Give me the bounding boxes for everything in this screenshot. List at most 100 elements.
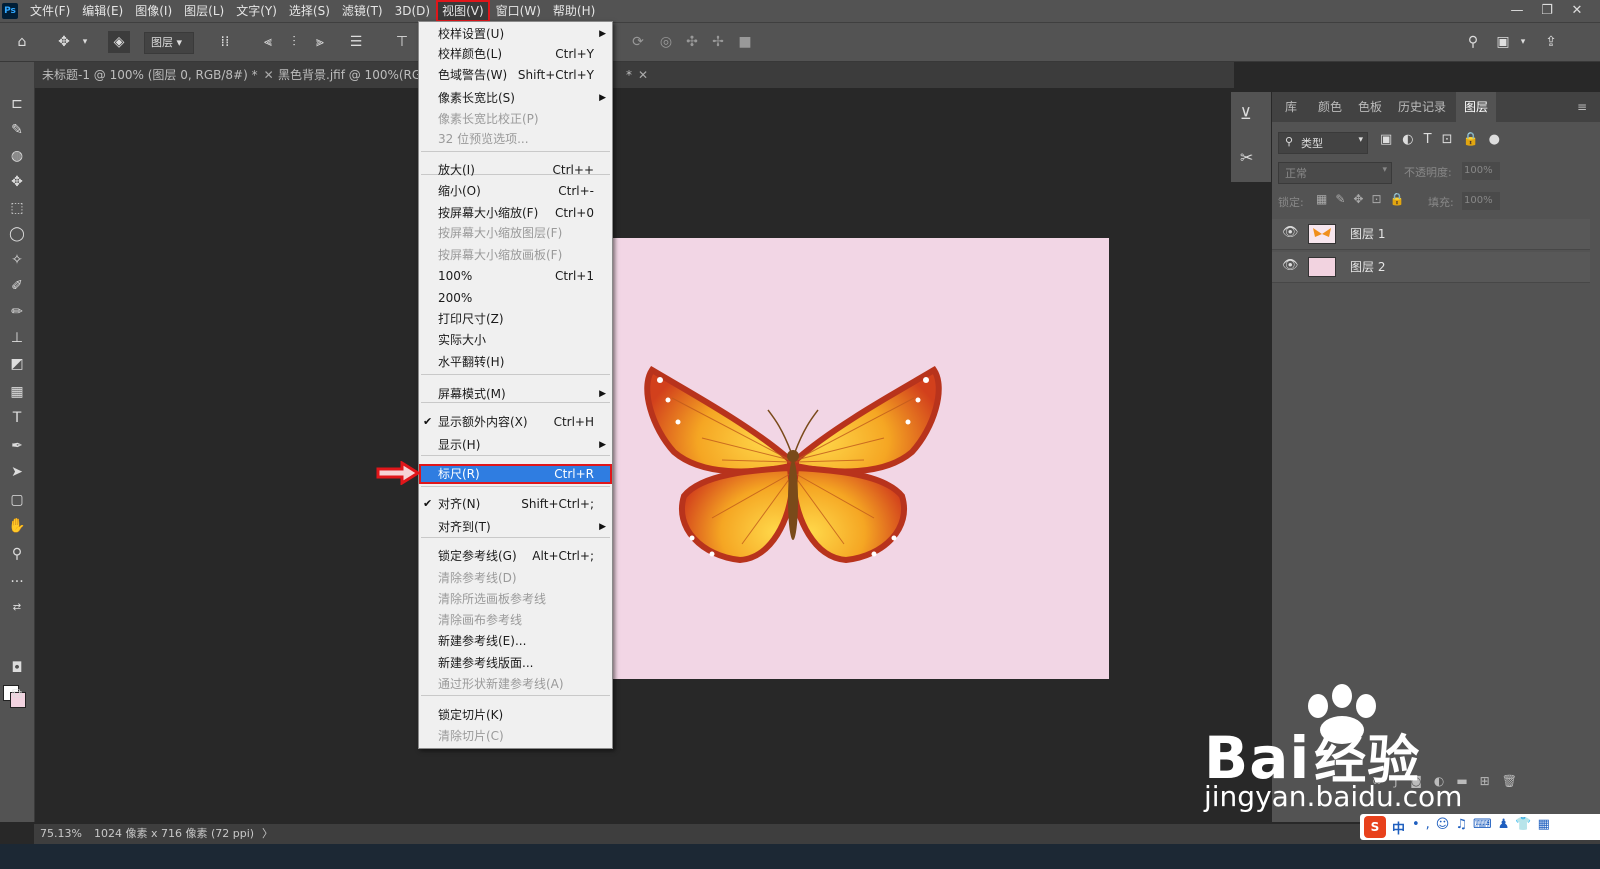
view-menu-item[interactable]: 打印尺寸(Z) <box>419 309 612 329</box>
view-menu-item[interactable]: 按屏幕大小缩放(F) Ctrl+0 <box>419 203 612 223</box>
restore-icon[interactable]: ❐ <box>1532 0 1562 22</box>
view-menu-item[interactable]: 新建参考线版面... <box>419 653 612 673</box>
brush-tool-icon[interactable]: ✏ <box>4 300 30 324</box>
slide-3d-icon[interactable]: ✢ <box>708 31 728 53</box>
minimize-icon[interactable]: — <box>1502 0 1532 22</box>
view-menu-item[interactable]: ✔ 对齐(N) Shift+Ctrl+; <box>419 494 612 514</box>
menu-select[interactable]: 选择(S) <box>283 0 336 22</box>
view-menu-item[interactable]: 新建参考线(E)... <box>419 631 612 651</box>
search-icon[interactable]: ⚲ <box>1462 31 1484 53</box>
view-menu-item[interactable]: 锁定参考线(G) Alt+Ctrl+; <box>419 546 612 566</box>
eraser-tool-icon[interactable]: ◩ <box>4 352 30 376</box>
auto-select-target-dropdown[interactable]: 图层 ▾ <box>144 32 194 54</box>
shape-tool-icon[interactable]: ▢ <box>4 488 30 512</box>
document-canvas[interactable] <box>612 238 1109 679</box>
ime-tool-icons[interactable]: •,☺♫⌨♟👕▦ <box>1412 817 1556 832</box>
menu-window[interactable]: 窗口(W) <box>490 0 547 22</box>
visibility-eye-icon[interactable]: 👁 <box>1282 258 1299 273</box>
align-left-icon[interactable]: ⫷ <box>258 31 278 53</box>
gradient-tool-icon[interactable]: ▦ <box>4 380 30 404</box>
layer-row[interactable]: 👁 图层 1 <box>1272 219 1590 250</box>
tab-history[interactable]: 历史记录 <box>1394 92 1450 122</box>
screen-mode-icon[interactable]: ⧉ <box>4 682 30 706</box>
pen-tool-icon[interactable]: ✒ <box>4 434 30 458</box>
menu-help[interactable]: 帮助(H) <box>547 0 601 22</box>
menu-view[interactable]: 视图(V) <box>436 0 490 22</box>
visibility-eye-icon[interactable]: 👁 <box>1282 225 1299 240</box>
view-menu-item[interactable]: 校样设置(U) ▶ <box>419 24 612 44</box>
marquee-tool-icon[interactable]: ⬚ <box>4 196 30 220</box>
opacity-input[interactable]: 100% <box>1462 162 1500 180</box>
view-menu-item[interactable]: 屏幕模式(M) ▶ <box>419 384 612 404</box>
more-tools-icon[interactable]: ··· <box>4 570 30 594</box>
tab-color[interactable]: 颜色 <box>1312 92 1348 122</box>
roll-3d-icon[interactable]: ◎ <box>656 31 676 53</box>
view-menu-item[interactable]: 标尺(R) Ctrl+R <box>419 464 612 484</box>
object-selection-icon[interactable]: ◍ <box>4 144 30 168</box>
blend-mode-dropdown[interactable]: 正常 ▾ <box>1278 162 1392 184</box>
view-menu-item[interactable]: 色域警告(W) Shift+Ctrl+Y <box>419 65 612 85</box>
lasso-tool-icon[interactable]: ◯ <box>4 222 30 246</box>
view-menu-item[interactable]: 放大(I) Ctrl++ <box>419 160 612 180</box>
view-menu-item[interactable]: ✔ 显示额外内容(X) Ctrl+H <box>419 412 612 432</box>
filter-icons[interactable]: ▣◐T⊡🔒● <box>1380 132 1510 147</box>
healing-brush-icon[interactable]: ✎ <box>4 118 30 142</box>
move-tool-side-icon[interactable]: ✥ <box>4 170 30 194</box>
swap-colors-icon[interactable]: ⇄ <box>4 596 30 620</box>
fill-input[interactable]: 100% <box>1462 192 1500 210</box>
transform-controls-icon[interactable]: ⁞⁞ <box>214 31 236 53</box>
share-icon[interactable]: ⇪ <box>1540 31 1562 53</box>
align-center-icon[interactable]: ⫶ <box>284 31 304 53</box>
tab-third[interactable]: * ✕ <box>618 62 656 88</box>
view-menu-item[interactable]: 水平翻转(H) <box>419 352 612 372</box>
chevron-down-icon[interactable]: ▾ <box>78 31 92 53</box>
tab-libraries[interactable]: 库 <box>1276 92 1306 122</box>
pan-3d-icon[interactable]: ✣ <box>682 31 702 53</box>
tab-untitled-1[interactable]: 未标题-1 @ 100% (图层 0, RGB/8#) * ✕ <box>34 62 282 88</box>
tools-settings-icon[interactable]: ✂ <box>1240 148 1253 167</box>
type-tool-icon[interactable]: T <box>4 406 30 430</box>
home-icon[interactable]: ⌂ <box>10 31 34 53</box>
eyedropper-icon[interactable]: ✐ <box>4 274 30 298</box>
crop-tool-icon[interactable]: ⊏ <box>4 92 30 116</box>
menu-type[interactable]: 文字(Y) <box>230 0 283 22</box>
zoom-tool-icon[interactable]: ⚲ <box>4 542 30 566</box>
view-menu-item[interactable]: 显示(H) ▶ <box>419 435 612 455</box>
move-tool-icon[interactable]: ✥ <box>52 31 76 53</box>
magic-wand-icon[interactable]: ✧ <box>4 248 30 272</box>
view-menu-item[interactable]: 200% <box>419 288 612 308</box>
stamp-tool-icon[interactable]: ⊥ <box>4 326 30 350</box>
zoom-level[interactable]: 75.13% <box>40 824 82 844</box>
close-tab-icon[interactable]: ✕ <box>638 68 648 82</box>
sogou-logo-icon[interactable]: S <box>1364 816 1386 838</box>
view-menu-item[interactable]: 实际大小 <box>419 330 612 350</box>
align-right-icon[interactable]: ⫸ <box>310 31 330 53</box>
tab-black-background[interactable]: 黑色背景.jfif @ 100%(RGB <box>270 62 437 88</box>
layer-row[interactable]: 👁 图层 2 <box>1272 252 1590 283</box>
view-menu-item[interactable]: 对齐到(T) ▶ <box>419 517 612 537</box>
layer-name[interactable]: 图层 1 <box>1350 219 1385 249</box>
view-menu-item[interactable]: 像素长宽比(S) ▶ <box>419 88 612 108</box>
orbit-3d-icon[interactable]: ⟳ <box>628 31 648 53</box>
properties-icon[interactable]: ⊻ <box>1240 104 1252 123</box>
menu-layer[interactable]: 图层(L) <box>178 0 230 22</box>
layer-name[interactable]: 图层 2 <box>1350 252 1385 282</box>
video-camera-icon[interactable]: ■ <box>734 31 756 53</box>
menu-filter[interactable]: 滤镜(T) <box>336 0 389 22</box>
tab-swatches[interactable]: 色板 <box>1352 92 1388 122</box>
view-menu-item[interactable]: 100% Ctrl+1 <box>419 266 612 286</box>
layer-filter-dropdown[interactable]: ⚲ 类型 ▾ <box>1278 132 1368 154</box>
lock-icons[interactable]: ▦✎✥⊡🔒 <box>1316 192 1412 206</box>
align-top-icon[interactable]: ⊤ <box>392 31 412 53</box>
menu-edit[interactable]: 编辑(E) <box>76 0 129 22</box>
auto-select-icon[interactable]: ◈ <box>108 31 130 53</box>
workspace-icon[interactable]: ▣ <box>1492 31 1514 53</box>
quick-mask-icon[interactable]: ◘ <box>4 656 30 680</box>
hand-tool-icon[interactable]: ✋ <box>4 514 30 538</box>
path-selection-icon[interactable]: ➤ <box>4 460 30 484</box>
view-menu-item[interactable]: 校样颜色(L) Ctrl+Y <box>419 44 612 64</box>
menu-file[interactable]: 文件(F) <box>24 0 76 22</box>
status-more-icon[interactable]: 〉 <box>262 824 273 844</box>
close-window-icon[interactable]: ✕ <box>1562 0 1592 22</box>
ime-mode[interactable]: 中 <box>1392 818 1405 837</box>
